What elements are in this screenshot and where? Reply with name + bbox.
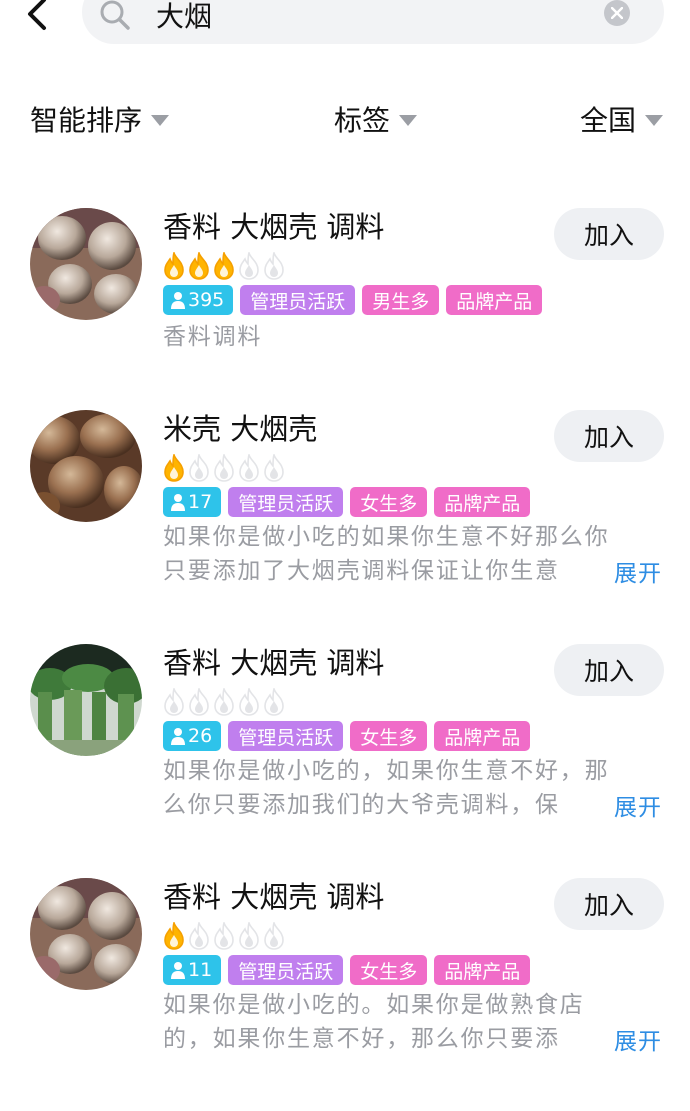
- group-title: 香料 大烟壳 调料: [163, 646, 385, 680]
- tag-row: 395 管理员活跃 男生多 品牌产品: [163, 285, 543, 315]
- flame-empty-icon: [189, 922, 209, 950]
- spice-photo-avatar: [30, 878, 142, 990]
- rating-flames: [162, 922, 286, 950]
- flame-empty-icon: [189, 688, 209, 716]
- rating-flames: [162, 688, 286, 716]
- join-button[interactable]: 加入: [554, 644, 664, 696]
- member-count: 11: [188, 959, 213, 981]
- filter-bar: 智能排序 标签 全国: [0, 96, 690, 142]
- tag-row: 11 管理员活跃 女生多 品牌产品: [163, 955, 531, 985]
- admin-active-tag: 管理员活跃: [228, 721, 344, 751]
- close-icon: [611, 7, 623, 19]
- admin-active-tag: 管理员活跃: [228, 955, 344, 985]
- brand-tag: 品牌产品: [446, 285, 543, 315]
- group-title: 米壳 大烟壳: [163, 412, 318, 446]
- flame-empty-icon: [214, 922, 234, 950]
- tag-filter-label: 标签: [334, 104, 391, 137]
- expand-link[interactable]: 展开: [614, 1022, 662, 1056]
- flame-empty-icon: [264, 922, 284, 950]
- brand-tag: 品牌产品: [434, 955, 531, 985]
- group-description: 如果你是做小吃的如果你生意不好那么你 只要添加了大烟壳调料保证让你生意: [163, 520, 663, 588]
- person-icon: [171, 494, 185, 511]
- flame-empty-icon: [239, 922, 259, 950]
- gender-tag: 女生多: [350, 487, 428, 517]
- flame-empty-icon: [239, 454, 259, 482]
- group-description: 香料调料: [163, 320, 663, 354]
- clear-search-button[interactable]: [604, 0, 630, 26]
- person-icon: [171, 292, 185, 309]
- flame-empty-icon: [264, 688, 284, 716]
- tag-row: 26 管理员活跃 女生多 品牌产品: [163, 721, 531, 751]
- person-icon: [171, 962, 185, 979]
- tag-row: 17 管理员活跃 女生多 品牌产品: [163, 487, 531, 517]
- tag-filter[interactable]: 标签: [334, 96, 418, 142]
- brand-tag: 品牌产品: [434, 721, 531, 751]
- caret-down-icon: [399, 114, 418, 126]
- gender-tag: 女生多: [350, 955, 428, 985]
- description-line: 香料调料: [163, 324, 263, 350]
- sort-filter[interactable]: 智能排序: [30, 96, 170, 142]
- member-count: 395: [188, 289, 225, 311]
- member-count: 17: [188, 491, 213, 513]
- group-description: 如果你是做小吃的。如果你是做熟食店 的，如果你生意不好，那么你只要添: [163, 988, 663, 1056]
- member-count-badge: 395: [163, 285, 234, 315]
- group-title: 香料 大烟壳 调料: [163, 880, 385, 914]
- join-button[interactable]: 加入: [554, 878, 664, 930]
- poppy-pod-photo-avatar: [30, 410, 142, 522]
- region-filter-label: 全国: [580, 104, 637, 137]
- expand-link[interactable]: 展开: [614, 788, 662, 822]
- top-bar: [0, 0, 690, 60]
- spice-photo-avatar: [30, 208, 142, 320]
- admin-active-tag: 管理员活跃: [240, 285, 356, 315]
- region-filter[interactable]: 全国: [580, 96, 664, 142]
- member-count-badge: 26: [163, 721, 222, 751]
- group-title: 香料 大烟壳 调料: [163, 210, 385, 244]
- flame-filled-icon: [164, 454, 184, 482]
- flame-empty-icon: [214, 454, 234, 482]
- caret-down-icon: [645, 114, 664, 126]
- flame-filled-icon: [189, 252, 209, 280]
- chevron-left-icon: [28, 0, 46, 30]
- description-line: 么你只要添加我们的大爷壳调料，保: [163, 788, 603, 822]
- flame-filled-icon: [214, 252, 234, 280]
- flame-empty-icon: [264, 454, 284, 482]
- person-icon: [171, 728, 185, 745]
- caret-down-icon: [151, 114, 170, 126]
- join-button[interactable]: 加入: [554, 410, 664, 462]
- brand-tag: 品牌产品: [434, 487, 531, 517]
- flame-filled-icon: [164, 922, 184, 950]
- search-icon: [100, 0, 130, 30]
- rating-flames: [162, 252, 286, 280]
- description-line: 如果你是做小吃的。如果你是做熟食店: [163, 992, 585, 1018]
- flame-filled-icon: [164, 252, 184, 280]
- description-line: 的，如果你生意不好，那么你只要添: [163, 1022, 603, 1056]
- description-line: 只要添加了大烟壳调料保证让你生意: [163, 554, 603, 588]
- member-count-badge: 17: [163, 487, 222, 517]
- gender-tag: 女生多: [350, 721, 428, 751]
- admin-active-tag: 管理员活跃: [228, 487, 344, 517]
- sort-filter-label: 智能排序: [30, 104, 143, 137]
- expand-link[interactable]: 展开: [614, 554, 662, 588]
- gender-tag: 男生多: [362, 285, 440, 315]
- back-button[interactable]: [22, 0, 62, 36]
- flame-empty-icon: [189, 454, 209, 482]
- member-count: 26: [188, 725, 213, 747]
- description-line: 如果你是做小吃的如果你生意不好那么你: [163, 524, 610, 550]
- join-button[interactable]: 加入: [554, 208, 664, 260]
- group-description: 如果你是做小吃的，如果你生意不好，那 么你只要添加我们的大爷壳调料，保: [163, 754, 663, 822]
- flame-empty-icon: [164, 688, 184, 716]
- flame-empty-icon: [239, 252, 259, 280]
- flame-empty-icon: [214, 688, 234, 716]
- flame-empty-icon: [239, 688, 259, 716]
- plants-photo-avatar: [30, 644, 142, 756]
- description-line: 如果你是做小吃的，如果你生意不好，那: [163, 758, 610, 784]
- search-box[interactable]: [82, 0, 664, 44]
- member-count-badge: 11: [163, 955, 222, 985]
- flame-empty-icon: [264, 252, 284, 280]
- search-input[interactable]: [156, 0, 576, 32]
- rating-flames: [162, 454, 286, 482]
